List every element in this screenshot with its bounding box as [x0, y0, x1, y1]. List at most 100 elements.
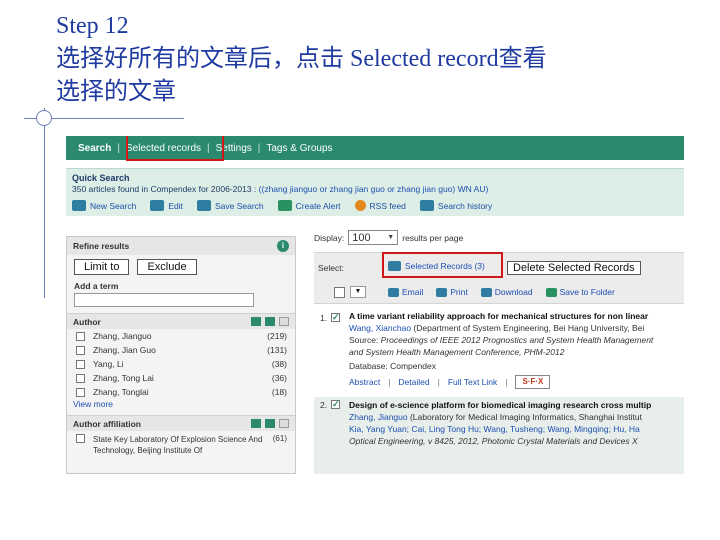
- display-label: Display:: [314, 232, 345, 243]
- refine-results-header: Refine results i: [67, 237, 295, 255]
- results-per-page-value: 100: [352, 231, 371, 244]
- facet-item[interactable]: Zhang, Tong Lai (36): [67, 371, 295, 385]
- print-button[interactable]: Print: [436, 287, 468, 297]
- affiliation-facet-header: Author affiliation: [67, 415, 295, 431]
- chart-icon[interactable]: [251, 419, 261, 428]
- slide-title-instruction: 选择好所有的文章后，点击 Selected record查看: [56, 46, 547, 72]
- exclude-button[interactable]: Exclude: [137, 259, 197, 275]
- detailed-link[interactable]: Detailed: [398, 376, 429, 388]
- record-authors[interactable]: Zhang, Jianguo: [349, 412, 408, 422]
- record-authors[interactable]: Wang, Xianchao: [349, 323, 411, 333]
- download-button[interactable]: Download: [480, 287, 533, 297]
- select-dropdown[interactable]: ▼: [350, 286, 366, 298]
- limit-to-button[interactable]: Limit to: [74, 259, 130, 275]
- quick-search-title: Quick Search: [72, 173, 130, 183]
- record-number: 2.: [320, 400, 328, 410]
- print-icon: [436, 287, 448, 297]
- facet-count: (61): [272, 434, 287, 443]
- record-source-cont: and System Health Management Conference,…: [349, 347, 565, 357]
- create-alert-button[interactable]: Create Alert: [277, 200, 341, 211]
- email-label: Email: [402, 287, 424, 297]
- email-button[interactable]: Email: [388, 287, 423, 297]
- author-facet-title: Author: [73, 317, 101, 327]
- tab-search[interactable]: Search: [72, 143, 117, 154]
- rss-feed-button[interactable]: RSS feed: [354, 200, 406, 211]
- results-per-page-select[interactable]: 100 ▼: [348, 230, 399, 245]
- facet-name: Zhang, Tong Lai: [93, 373, 154, 383]
- refine-results-title: Refine results: [73, 241, 130, 251]
- facet-checkbox[interactable]: [76, 434, 85, 443]
- tab-tags-groups[interactable]: Tags & Groups: [260, 143, 338, 154]
- export-icon[interactable]: [265, 317, 275, 326]
- link-separator: |: [505, 377, 508, 387]
- facet-tools: [251, 419, 289, 428]
- record-checkbox[interactable]: [331, 398, 340, 410]
- new-search-icon: [72, 200, 86, 211]
- facet-name: State Key Laboratory Of Explosion Scienc…: [93, 435, 263, 455]
- facet-item[interactable]: Zhang, Tonglai (18): [67, 385, 295, 399]
- facet-tools: [251, 317, 289, 326]
- facet-item[interactable]: Zhang, Jian Guo (131): [67, 343, 295, 357]
- chart-icon[interactable]: [251, 317, 261, 326]
- facet-item[interactable]: State Key Laboratory Of Explosion Scienc…: [67, 434, 295, 456]
- facet-checkbox[interactable]: [76, 359, 85, 369]
- info-icon[interactable]: i: [277, 240, 289, 252]
- refine-results-sidebar: Refine results i Limit to Exclude Add a …: [66, 236, 296, 474]
- facet-count: (219): [267, 331, 287, 341]
- record-checkbox[interactable]: [331, 311, 340, 323]
- facet-name: Zhang, Jian Guo: [93, 345, 156, 355]
- results-list: Select: Selected Records (3) Delete Sele…: [314, 252, 684, 474]
- delete-selected-records-button[interactable]: Delete Selected Records: [507, 261, 641, 275]
- record-authors-cont[interactable]: Kia, Yang Yuan; Cai, Ling Tong Hu; Wang,…: [349, 423, 684, 435]
- save-search-label: Save Search: [214, 200, 264, 211]
- quick-search-panel: Quick Search 350 articles found in Compe…: [66, 168, 684, 216]
- save-search-button[interactable]: Save Search: [196, 200, 264, 211]
- view-more-link[interactable]: View more: [67, 399, 295, 409]
- facet-checkbox[interactable]: [76, 331, 85, 341]
- download-label: Download: [494, 287, 533, 297]
- export-icon[interactable]: [265, 419, 275, 428]
- save-to-folder-button[interactable]: Save to Folder: [545, 287, 615, 297]
- slide-title: Step 12 选择好所有的文章后，点击 Selected record查看 选…: [56, 10, 706, 109]
- results-action-bar: ▼ Email Print Download Save to Folder: [314, 282, 684, 304]
- decorative-line-vertical: [44, 108, 45, 298]
- alert-icon: [277, 200, 292, 211]
- abstract-link[interactable]: Abstract: [349, 376, 380, 388]
- full-text-link[interactable]: Full Text Link: [448, 376, 497, 388]
- folder-icon: [545, 287, 557, 297]
- facet-checkbox[interactable]: [76, 373, 85, 383]
- search-history-button[interactable]: Search history: [419, 200, 492, 211]
- facet-name: Zhang, Tonglai: [93, 387, 149, 397]
- record-title[interactable]: A time variant reliability approach for …: [349, 310, 684, 322]
- engineering-village-screenshot: Search | Selected records | Settings | T…: [66, 136, 684, 474]
- facet-count: (131): [267, 345, 287, 355]
- select-toolbar: Select: Selected Records (3) Delete Sele…: [314, 252, 684, 282]
- select-all-checkbox[interactable]: [334, 287, 345, 298]
- chevron-down-icon: ▼: [387, 234, 395, 241]
- record-title[interactable]: Design of e-science platform for biomedi…: [349, 399, 684, 411]
- new-search-button[interactable]: New Search: [72, 200, 136, 211]
- facet-checkbox[interactable]: [76, 387, 85, 397]
- facet-item[interactable]: Yang, Li (38): [67, 357, 295, 371]
- collapse-icon[interactable]: [279, 419, 289, 428]
- history-icon: [419, 200, 434, 211]
- edit-search-button[interactable]: Edit: [150, 200, 183, 211]
- sfx-button[interactable]: S·F·X: [515, 375, 551, 389]
- author-facet-header: Author: [67, 313, 295, 329]
- output-actions: Email Print Download Save to Folder: [388, 287, 615, 297]
- refine-buttons: Limit to Exclude: [67, 255, 295, 279]
- record-database: Database: Compendex: [349, 361, 436, 371]
- add-term-input[interactable]: [74, 293, 254, 307]
- facet-count: (36): [271, 373, 287, 383]
- results-per-page-suffix: results per page: [402, 232, 464, 243]
- search-query-link[interactable]: ((zhang jianguo or zhang jian guo or zha…: [259, 184, 489, 194]
- email-icon: [388, 287, 399, 297]
- highlight-box-selected-records-tab: [126, 136, 224, 161]
- record-affiliation: (Department of System Engineering, Bei H…: [411, 323, 645, 333]
- results-count-text: 350 articles found in Compendex for 2006…: [72, 184, 259, 194]
- facet-checkbox[interactable]: [76, 345, 85, 355]
- collapse-icon[interactable]: [279, 317, 289, 326]
- slide-title-step: Step 12: [56, 13, 129, 39]
- facet-item[interactable]: Zhang, Jianguo (219): [67, 329, 295, 343]
- edit-icon: [150, 200, 165, 211]
